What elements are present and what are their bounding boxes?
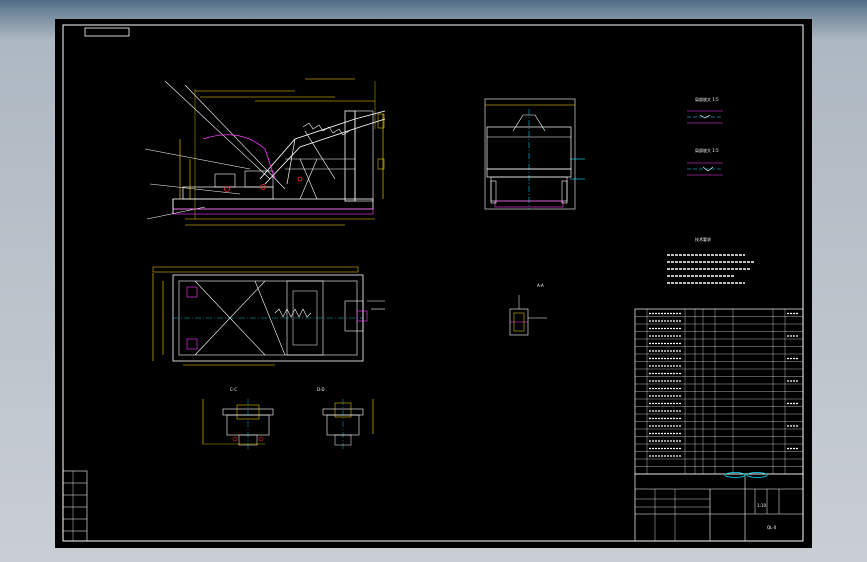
drawing-sheet: 局部放大 1:5 局部放大 1:5 A-A C-C D-D 技术要求 QL-0 … [62, 24, 804, 542]
revision-block [62, 470, 88, 542]
detail-label-2: 局部放大 1:5 [695, 147, 719, 153]
title-block: QL-0 1:10 [634, 472, 804, 542]
detail-views: 局部放大 1:5 局部放大 1:5 [687, 96, 723, 176]
technical-notes: 技术要求 [667, 236, 755, 284]
section-a-a: A-A [509, 283, 547, 336]
detail-label-1: 局部放大 1:5 [695, 96, 719, 102]
plan-view [152, 266, 385, 366]
front-view [484, 98, 585, 210]
section-c-c: C-C [202, 387, 274, 449]
parts-list [634, 308, 804, 475]
top-left-box [84, 27, 130, 37]
technical-notes-title: 技术要求 [695, 236, 711, 242]
side-view [144, 78, 386, 226]
drawing-number: QL-0 [767, 525, 777, 530]
section-c-c-label: C-C [230, 387, 237, 392]
section-d-d: D-D [317, 387, 374, 449]
drawing-scale: 1:10 [757, 503, 766, 508]
section-d-d-label: D-D [317, 387, 325, 392]
section-a-a-label: A-A [537, 283, 544, 288]
drawing-canvas[interactable]: 局部放大 1:5 局部放大 1:5 A-A C-C D-D 技术要求 QL-0 … [55, 19, 812, 548]
cad-viewport: 局部放大 1:5 局部放大 1:5 A-A C-C D-D 技术要求 QL-0 … [0, 0, 867, 562]
